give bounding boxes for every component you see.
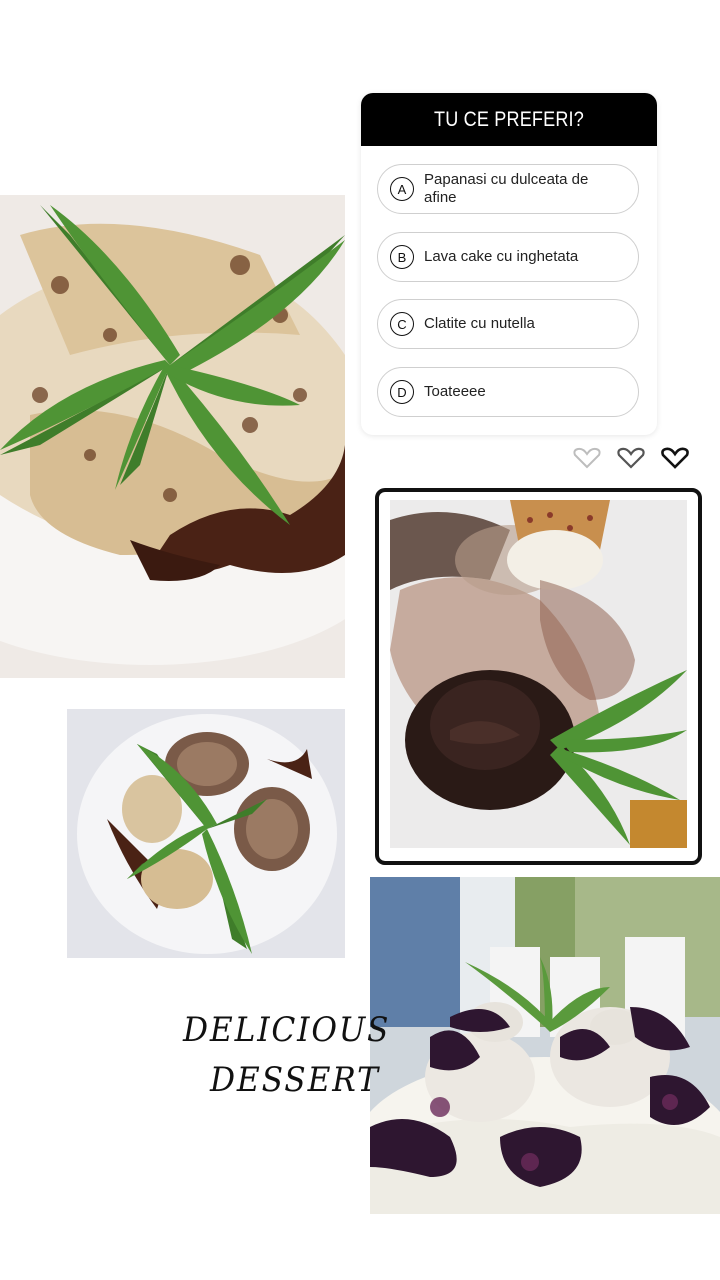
poll-option-c[interactable]: C Clatite cu nutella (377, 299, 639, 349)
heart-outline-icon (616, 446, 646, 472)
option-label-c: Clatite cu nutella (424, 315, 535, 332)
hearts-decoration (572, 446, 690, 472)
poll-option-d[interactable]: D Toateeee (377, 367, 639, 417)
heart-outline-icon (660, 446, 690, 472)
option-label-d: Toateeee (424, 383, 486, 400)
option-letter-b: B (390, 245, 414, 269)
option-letter-a: A (390, 177, 414, 201)
lava-cake-with-ice-cream-photo (390, 500, 687, 848)
caption-line-2: DESSERT (210, 1060, 380, 1100)
option-label-a: Papanasi cu dulceata de afine (424, 171, 589, 206)
crepes-with-mint-photo (0, 195, 345, 678)
poll-option-b[interactable]: B Lava cake cu inghetata (377, 232, 639, 282)
poll-header: TU CE PREFERI? (361, 93, 657, 146)
poll-title: TU CE PREFERI? (381, 93, 637, 146)
caption-line-1: DELICIOUS (183, 1010, 391, 1050)
option-letter-c: C (390, 312, 414, 336)
poll-option-a[interactable]: A Papanasi cu dulceata de afine (377, 164, 639, 214)
poll-card: TU CE PREFERI? A Papanasi cu dulceata de… (361, 93, 657, 435)
heart-outline-icon (572, 446, 602, 472)
rolled-crepes-photo (67, 709, 345, 958)
papanasi-with-blueberry-jam-photo (370, 877, 720, 1214)
option-letter-d: D (390, 380, 414, 404)
option-label-b: Lava cake cu inghetata (424, 248, 579, 265)
